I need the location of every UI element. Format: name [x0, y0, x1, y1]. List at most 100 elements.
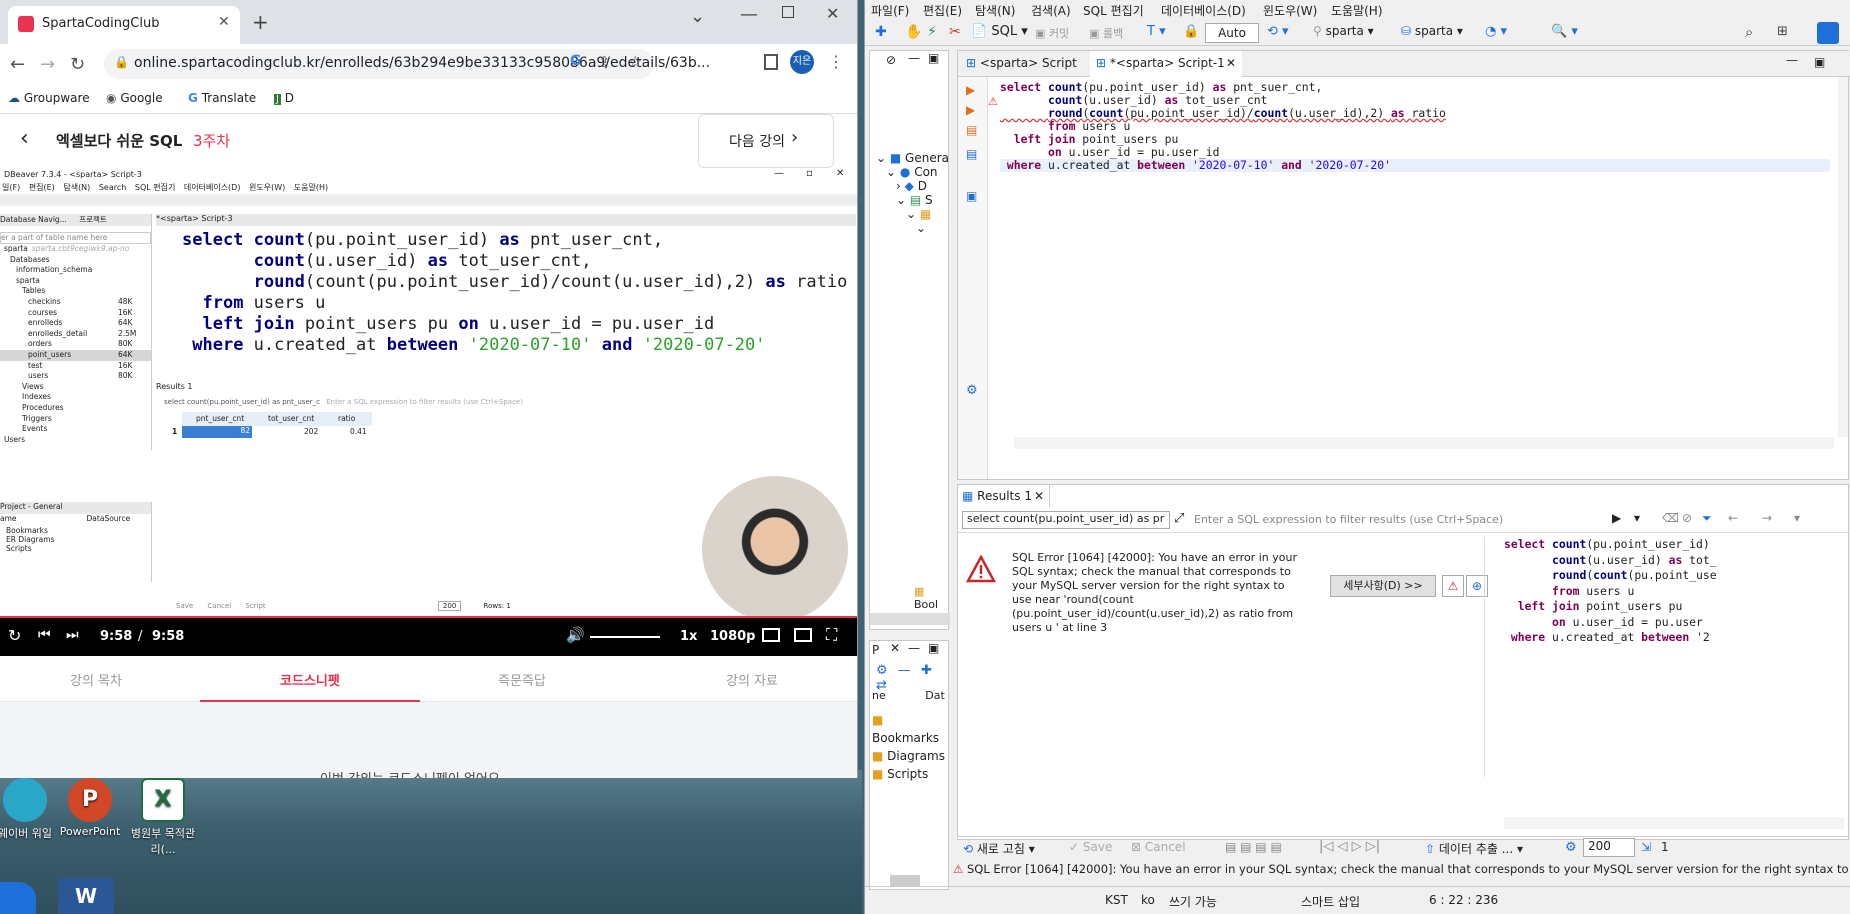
bookmark-groupware[interactable]: ☁ Groupware	[8, 91, 90, 105]
menu-sql-editor[interactable]: SQL 편집기	[1083, 2, 1144, 19]
close-tab-icon[interactable]: ✕	[218, 14, 230, 30]
disconnect-icon[interactable]: ✂	[949, 24, 961, 40]
fetch-settings-icon[interactable]: ⚙	[1565, 840, 1577, 855]
editor-horizontal-scrollbar[interactable]	[1014, 437, 1834, 449]
menu-edit[interactable]: 편집(E)	[923, 2, 962, 19]
desktop-icon-powerpoint[interactable]: P PowerPoint	[55, 778, 125, 838]
cancel-button[interactable]: ⊠ Cancel	[1131, 840, 1186, 854]
share-icon[interactable]: ⇪	[598, 53, 611, 71]
clear-filter-icon[interactable]: ⌫	[1662, 511, 1679, 525]
tree-item-tables[interactable]: ⌄ ▦	[870, 207, 950, 221]
new-connection-icon[interactable]: ✚	[875, 24, 887, 40]
datasource-selector[interactable]: ⚲ sparta ▾	[1313, 24, 1374, 38]
plug-icon[interactable]: ⚡	[927, 24, 937, 40]
query-text-field[interactable]: select count(pu.point_user_id) as pr	[962, 511, 1170, 529]
tab-code-snippet[interactable]: 코드스니펫	[280, 670, 340, 689]
close-project-icon[interactable]: ✕	[890, 641, 900, 655]
editor-max-icon[interactable]: ▣	[1814, 55, 1825, 69]
video-frame[interactable]: DBeaver 7.3.4 - <sparta> Script-3 — ▫ ✕ …	[0, 168, 857, 660]
new-tab-icon[interactable]: +	[252, 10, 269, 34]
tab-lecture-list[interactable]: 강의 목차	[70, 670, 122, 689]
sql-editor[interactable]: select count(pu.point_user_id) as pnt_su…	[1000, 81, 1830, 172]
terminal-icon[interactable]: ▣	[966, 189, 977, 203]
export-data-button[interactable]: ⇧ 데이터 추출 ... ▾	[1425, 840, 1523, 857]
bookmark-d[interactable]: J D	[274, 91, 294, 105]
fetch-size-input[interactable]: 200	[1583, 838, 1635, 857]
menu-database[interactable]: 데이터베이스(D)	[1161, 2, 1246, 19]
navigator-scrollbar[interactable]	[870, 613, 950, 625]
filter-icon[interactable]: ⏷	[1702, 511, 1712, 526]
filter-input[interactable]: Enter a SQL expression to filter results…	[1194, 513, 1503, 526]
sidepanel-icon[interactable]	[764, 54, 778, 70]
tab-qna[interactable]: 즉문즉답	[498, 670, 546, 689]
splitter[interactable]	[1484, 537, 1492, 777]
search-dropdown-icon[interactable]: 🔍 ▾	[1551, 24, 1578, 39]
warning-icon[interactable]: ⚠	[1442, 575, 1464, 597]
settings-gear-icon[interactable]: ⚙	[966, 383, 978, 398]
save-button[interactable]: ✓ Save	[1069, 840, 1112, 854]
speed-button[interactable]: 1x	[680, 629, 697, 644]
replay-icon[interactable]: ↻	[8, 626, 21, 645]
row-tools[interactable]: ▤ ▤ ▤ ▤	[1225, 840, 1282, 854]
previous-icon[interactable]: ⏮	[38, 627, 51, 643]
perspective-icon[interactable]: ⊞	[1777, 24, 1788, 39]
google-icon[interactable]: G	[570, 53, 582, 69]
menu-help[interactable]: 도움말(H)	[1331, 2, 1383, 19]
connect-icon[interactable]: ✋	[905, 24, 922, 40]
subtitles-icon[interactable]	[762, 628, 780, 642]
pip-icon[interactable]	[794, 628, 812, 642]
word-icon[interactable]: W	[58, 878, 114, 914]
project-item-scripts[interactable]: ■ Scripts	[872, 765, 948, 783]
menu-file[interactable]: 파일(F)	[871, 2, 909, 19]
tree-item-schema[interactable]: ⌄ ▤ S	[870, 193, 950, 207]
explain-icon[interactable]: ▤	[966, 123, 977, 137]
sql-button[interactable]: 📄 SQL ▾	[971, 24, 1028, 39]
rollback-button[interactable]: ▣ 롤백	[1089, 25, 1123, 41]
forward-icon[interactable]: →	[40, 54, 55, 75]
desktop-icon-excel[interactable]: X 병원부 목적관리(...	[128, 778, 198, 857]
tree-item-connection[interactable]: ⌄ ● Con	[870, 165, 950, 179]
quality-button[interactable]: 1080p	[710, 629, 756, 644]
more-menu-icon[interactable]: ⋮	[828, 52, 844, 71]
tab-materials[interactable]: 강의 자료	[726, 670, 778, 689]
desktop-icon-whale[interactable]: 웨이버 워일	[0, 778, 60, 841]
tree-item-boolean[interactable]: ▦ Bool	[914, 585, 948, 611]
dbeaver-taskbar-icon[interactable]	[0, 882, 36, 914]
back-arrow-icon[interactable]: ‹	[20, 126, 29, 151]
dashboard-icon[interactable]: ◔ ▾	[1485, 24, 1507, 39]
tab-script-1[interactable]: ⊞ *<sparta> Script-1 ✕	[1090, 51, 1242, 77]
menu-search[interactable]: 검색(A)	[1031, 2, 1071, 19]
tab-script[interactable]: ⊞ <sparta> Script	[966, 56, 1077, 70]
project-max-icon[interactable]: ▣	[928, 641, 939, 655]
bookmark-google[interactable]: ◉ Google	[106, 91, 163, 105]
schema-selector[interactable]: ⛁ sparta ▾	[1401, 24, 1463, 38]
apply-filter-icon[interactable]: ▶	[1612, 511, 1621, 525]
filter-off-icon[interactable]: ⊘	[1682, 511, 1692, 525]
project-item-bookmarks[interactable]: ■ Bookmarks	[872, 711, 948, 747]
project-item-diagrams[interactable]: ■ Diagrams	[872, 747, 948, 765]
editor-vertical-scrollbar[interactable]	[1838, 77, 1848, 437]
minimize-icon[interactable]: —	[740, 4, 758, 25]
more-icon[interactable]: ▾	[1794, 511, 1800, 525]
close-window-icon[interactable]: ✕	[826, 4, 839, 23]
auto-commit-field[interactable]: Auto	[1205, 23, 1259, 43]
project-min-icon[interactable]: —	[908, 641, 920, 655]
pagination-icons[interactable]: |◁ ◁ ▷ ▷|	[1319, 839, 1380, 854]
preview-scrollbar[interactable]	[1504, 817, 1844, 829]
next-lecture-button[interactable]: 다음 강의 ›	[698, 114, 834, 168]
filter-history-icon[interactable]: ▾	[1634, 511, 1640, 525]
dbeaver-perspective-icon[interactable]	[1817, 22, 1839, 44]
expand-icon[interactable]: ⤢	[1174, 511, 1184, 526]
tree-item-databases[interactable]: › ◆ D	[870, 179, 950, 193]
star-icon[interactable]: ☆	[628, 52, 642, 71]
fullscreen-icon[interactable]: ⛶	[826, 625, 837, 645]
volume-slider[interactable]	[590, 636, 660, 638]
maximize-icon[interactable]	[782, 6, 794, 18]
add-icon[interactable]: ✚	[921, 663, 932, 678]
volume-icon[interactable]: 🔊	[566, 626, 585, 644]
editor-min-icon[interactable]: —	[1786, 53, 1798, 67]
gear-icon[interactable]: ⚙	[876, 663, 888, 678]
chevron-down-icon[interactable]: ⌄	[690, 6, 705, 27]
address-bar[interactable]: 🔒 online.spartacodingclub.kr/enrolleds/6…	[104, 49, 710, 79]
forward-icon[interactable]: →	[1762, 511, 1772, 525]
